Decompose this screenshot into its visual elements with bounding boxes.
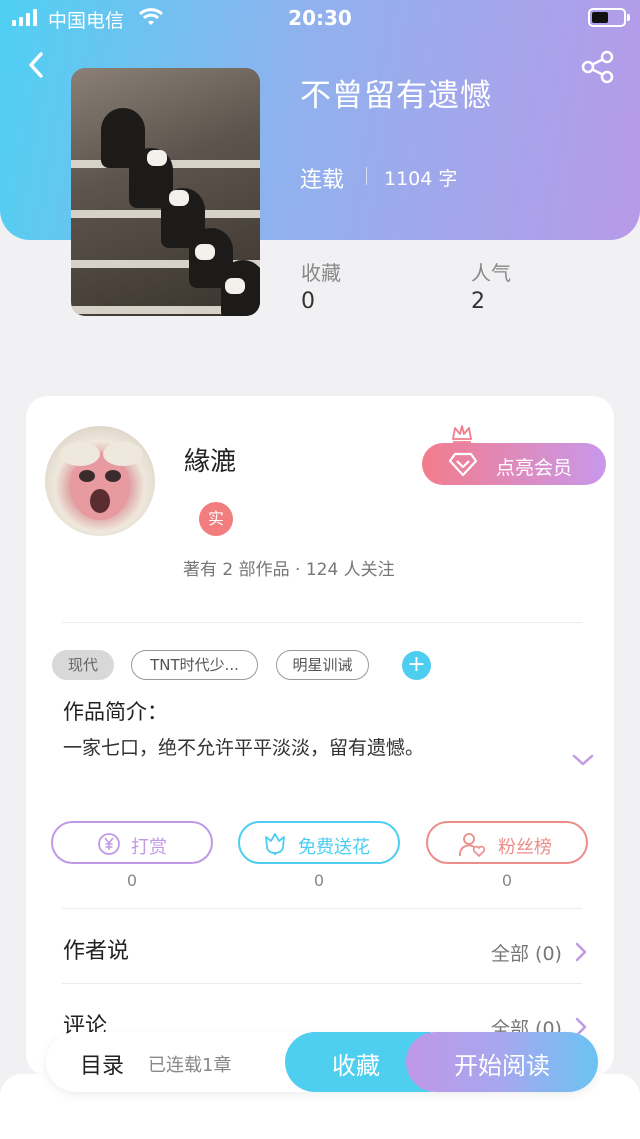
send-flower-label: 免费送花	[298, 837, 370, 858]
tag-item[interactable]: TNT时代少...	[131, 650, 258, 680]
tip-button[interactable]: 打赏	[51, 821, 213, 864]
crown-icon	[452, 425, 472, 443]
author-says-title[interactable]: 作者说	[63, 933, 129, 965]
divider	[62, 908, 582, 909]
word-count: 1104 字	[384, 168, 458, 190]
fan-ranking-button[interactable]: 粉丝榜	[426, 821, 588, 864]
vip-label: 点亮会员	[496, 457, 573, 479]
intro-title: 作品简介：	[63, 700, 168, 724]
serial-status: 连载	[300, 168, 345, 193]
author-avatar[interactable]	[45, 426, 155, 536]
start-reading-button[interactable]: 开始阅读	[406, 1032, 598, 1092]
share-button[interactable]	[580, 50, 616, 84]
battery-icon	[588, 8, 630, 27]
verified-badge: 实	[199, 502, 233, 536]
author-says-all[interactable]: 全部 (0)	[491, 939, 562, 966]
divider	[366, 167, 367, 185]
favorites-value: 0	[301, 289, 315, 314]
divider	[62, 983, 582, 984]
tip-label: 打赏	[131, 837, 167, 858]
diamond-icon	[448, 452, 478, 477]
fans-icon	[458, 833, 486, 858]
tip-count: 0	[126, 871, 138, 890]
chevron-right-icon[interactable]	[574, 941, 588, 963]
chapter-count: 已连载1章	[148, 1055, 232, 1076]
status-bar: 中国电信 20:30	[0, 0, 640, 36]
chevron-down-icon[interactable]	[571, 752, 595, 768]
divider	[62, 622, 582, 623]
intro-text: 一家七口，绝不允许平平淡淡，留有遗憾。	[63, 737, 425, 759]
popularity-value: 2	[471, 289, 485, 314]
status-time: 20:30	[288, 6, 352, 30]
author-meta: 著有 2 部作品 · 124 人关注	[183, 560, 395, 580]
favorites-label: 收藏	[301, 261, 341, 285]
fan-ranking-label: 粉丝榜	[498, 837, 552, 858]
yen-icon	[98, 833, 120, 855]
popularity-label: 人气	[471, 261, 511, 285]
tag-item[interactable]: 现代	[52, 650, 114, 680]
add-tag-button[interactable]: +	[402, 651, 431, 680]
start-reading-label: 开始阅读	[454, 1052, 550, 1080]
author-name[interactable]: 緣漉	[184, 441, 236, 478]
toc-button[interactable]: 目录	[80, 1048, 124, 1080]
tag-item[interactable]: 明星训诫	[276, 650, 369, 680]
flower-icon	[265, 833, 285, 855]
vip-button[interactable]: 点亮会员	[422, 443, 606, 485]
flower-count: 0	[313, 871, 325, 890]
back-button[interactable]	[22, 50, 52, 80]
send-flower-button[interactable]: 免费送花	[238, 821, 400, 864]
book-cover[interactable]	[71, 68, 260, 316]
book-title: 不曾留有遗憾	[300, 78, 492, 114]
fan-count: 0	[501, 871, 513, 890]
